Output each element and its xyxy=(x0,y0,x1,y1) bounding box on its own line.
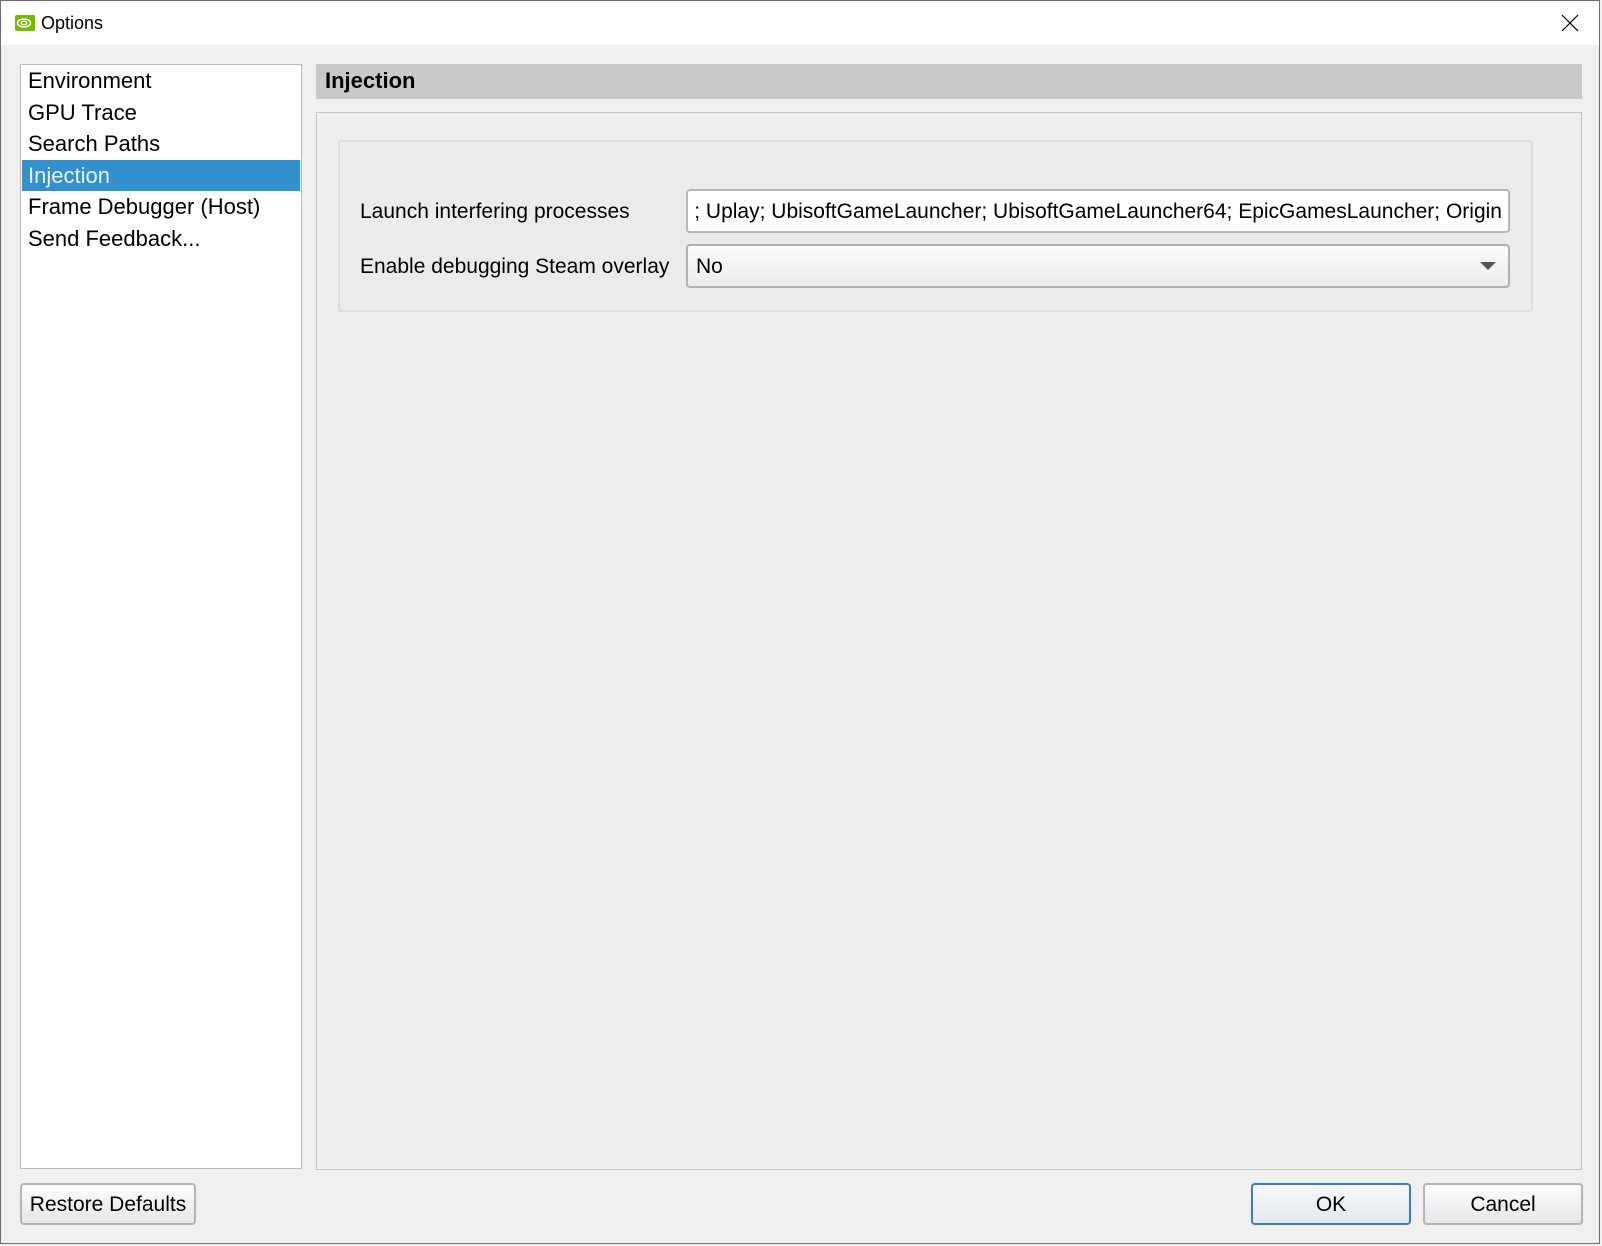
settings-panel: Launch interfering processes ; Uplay; Ub… xyxy=(316,112,1582,1170)
options-category-list[interactable]: Environment GPU Trace Search Paths Injec… xyxy=(20,64,302,1169)
nvidia-logo-icon xyxy=(15,15,35,31)
options-dialog: Options Environment GPU Trace Search Pat… xyxy=(0,0,1600,1244)
steam-overlay-label: Enable debugging Steam overlay xyxy=(360,255,670,278)
cancel-button[interactable]: Cancel xyxy=(1423,1183,1583,1225)
close-button[interactable] xyxy=(1541,1,1599,45)
injection-settings-group: Launch interfering processes ; Uplay; Ub… xyxy=(338,140,1533,312)
close-icon xyxy=(1561,14,1579,32)
page-header: Injection xyxy=(316,64,1582,99)
sidebar-item-send-feedback[interactable]: Send Feedback... xyxy=(21,223,301,255)
launch-interfering-processes-input[interactable]: ; Uplay; UbisoftGameLauncher; UbisoftGam… xyxy=(686,189,1510,233)
ok-button[interactable]: OK xyxy=(1251,1183,1411,1225)
steam-overlay-dropdown[interactable]: No xyxy=(686,244,1510,288)
steam-overlay-selected-value: No xyxy=(696,255,723,278)
launch-interfering-processes-label: Launch interfering processes xyxy=(360,200,630,223)
chevron-down-icon xyxy=(1480,262,1496,270)
restore-defaults-button[interactable]: Restore Defaults xyxy=(20,1183,196,1225)
sidebar-item-gpu-trace[interactable]: GPU Trace xyxy=(21,97,301,129)
sidebar-item-injection[interactable]: Injection xyxy=(22,159,300,191)
sidebar-item-frame-debugger-host[interactable]: Frame Debugger (Host) xyxy=(21,191,301,223)
sidebar-item-environment[interactable]: Environment xyxy=(21,65,301,97)
title-bar: Options xyxy=(1,1,1599,45)
sidebar-item-search-paths[interactable]: Search Paths xyxy=(21,128,301,160)
window-title: Options xyxy=(41,12,104,33)
page-title: Injection xyxy=(325,68,416,93)
launch-interfering-processes-value: ; Uplay; UbisoftGameLauncher; UbisoftGam… xyxy=(694,200,1502,223)
